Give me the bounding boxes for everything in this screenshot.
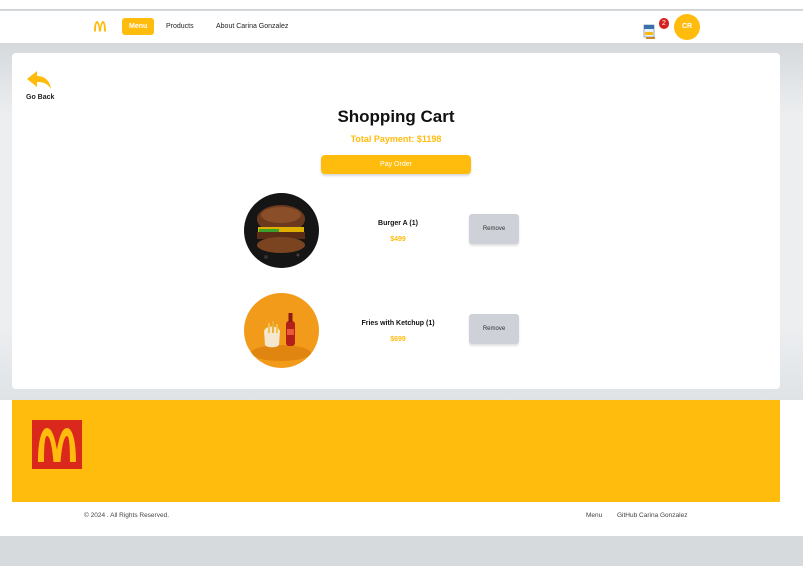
navbar: Menu Products About Carina Gonzalez 2 CR [0, 11, 803, 43]
burger-photo [244, 193, 319, 268]
remove-button[interactable]: Remove [469, 214, 519, 244]
cart-count-badge: 2 [659, 18, 669, 29]
item-name: Fries with Ketchup (1) [361, 320, 435, 327]
footer-right-margin [780, 400, 803, 502]
page-bottom-strip [0, 536, 803, 566]
browser-top-strip [0, 0, 803, 10]
nav-link-about[interactable]: About Carina Gonzalez [209, 18, 295, 35]
total-payment: Total Payment: $1198 [350, 134, 442, 144]
footer-bottom-bar: © 2024 . All Rights Reserved. Menu GitHu… [0, 502, 803, 528]
pay-order-button[interactable]: Pay Order [321, 155, 471, 174]
go-back-button[interactable]: Go Back [26, 70, 66, 104]
mcdonalds-logo-icon [32, 420, 82, 469]
page-title: Shopping Cart [337, 107, 455, 126]
back-arrow-icon [27, 71, 51, 89]
remove-button[interactable]: Remove [469, 314, 519, 344]
nav-link-products[interactable]: Products [159, 18, 201, 35]
footer-left-margin [0, 400, 12, 502]
avatar[interactable]: CR [674, 14, 700, 40]
item-price: $699 [390, 336, 406, 343]
item-price: $499 [390, 236, 406, 243]
footer-link-github[interactable]: GitHub Carina Gonzalez [617, 512, 687, 519]
mcdonalds-arches-icon[interactable] [93, 20, 107, 32]
item-name: Burger A (1) [378, 220, 418, 227]
nav-link-menu[interactable]: Menu [122, 18, 155, 35]
go-back-label: Go Back [26, 94, 55, 101]
footer-spacer [0, 528, 803, 536]
copyright-text: © 2024 . All Rights Reserved. [84, 512, 169, 519]
footer [12, 400, 780, 502]
fries-photo [244, 293, 319, 368]
footer-link-menu[interactable]: Menu [586, 512, 602, 519]
